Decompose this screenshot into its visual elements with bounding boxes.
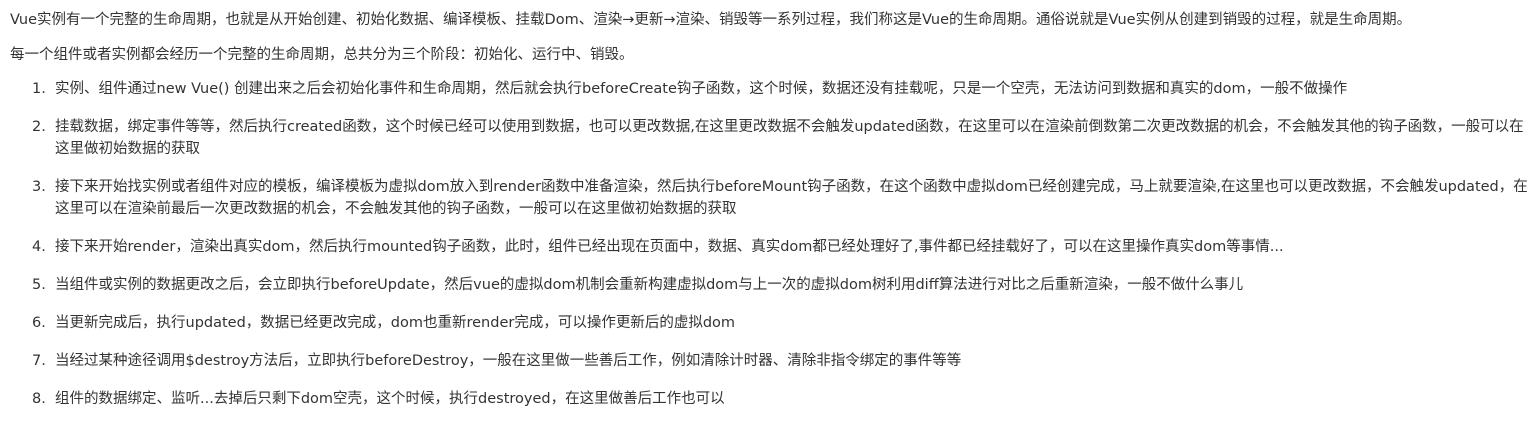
list-item: 7. 当经过某种途径调用$destroy方法后，立即执行beforeDestro… [10,350,1530,372]
list-item-text: 接下来开始render，渲染出真实dom，然后执行mounted钩子函数，此时，… [55,239,1284,255]
list-number: 5. [32,277,46,293]
list-number: 3. [32,179,46,195]
list-item: 4. 接下来开始render，渲染出真实dom，然后执行mounted钩子函数，… [10,236,1530,258]
list-item-text: 接下来开始找实例或者组件对应的模板，编译模板为虚拟dom放入到render函数中… [55,179,1528,217]
summary-paragraph: 每一个组件或者实例都会经历一个完整的生命周期，总共分为三个阶段：初始化、运行中、… [10,47,634,63]
list-item: 6. 当更新完成后，执行updated，数据已经更改完成，dom也重新rende… [10,312,1530,334]
list-number: 7. [32,353,46,369]
list-number: 6. [32,315,46,331]
list-item-text: 当组件或实例的数据更改之后，会立即执行beforeUpdate，然后vue的虚拟… [55,277,1244,293]
list-item-text: 当更新完成后，执行updated，数据已经更改完成，dom也重新render完成… [55,315,736,331]
list-item: 5. 当组件或实例的数据更改之后，会立即执行beforeUpdate，然后vue… [10,274,1530,296]
list-item: 3. 接下来开始找实例或者组件对应的模板，编译模板为虚拟dom放入到render… [10,176,1530,220]
list-item: 1. 实例、组件通过new Vue() 创建出来之后会初始化事件和生命周期，然后… [10,78,1530,100]
list-item-text: 实例、组件通过new Vue() 创建出来之后会初始化事件和生命周期，然后就会执… [55,81,1348,97]
list-number: 2. [32,119,46,135]
article-body: Vue实例有一个完整的生命周期，也就是从开始创建、初始化数据、编译模板、挂载Do… [0,0,1530,425]
list-item-text: 组件的数据绑定、监听...去掉后只剩下dom空壳，这个时候，执行destroye… [55,391,725,407]
list-item-text: 当经过某种途径调用$destroy方法后，立即执行beforeDestroy，一… [55,353,962,369]
list-item-text: 挂载数据，绑定事件等等，然后执行created函数，这个时候已经可以使用到数据，… [55,119,1524,157]
list-number: 4. [32,239,46,255]
list-item: 2. 挂载数据，绑定事件等等，然后执行created函数，这个时候已经可以使用到… [10,116,1530,160]
lifecycle-steps-list: 1. 实例、组件通过new Vue() 创建出来之后会初始化事件和生命周期，然后… [10,78,1530,410]
list-number: 8. [32,391,46,407]
intro-paragraph: Vue实例有一个完整的生命周期，也就是从开始创建、初始化数据、编译模板、挂载Do… [10,12,1412,28]
list-item: 8. 组件的数据绑定、监听...去掉后只剩下dom空壳，这个时候，执行destr… [10,388,1530,410]
list-number: 1. [32,81,46,97]
